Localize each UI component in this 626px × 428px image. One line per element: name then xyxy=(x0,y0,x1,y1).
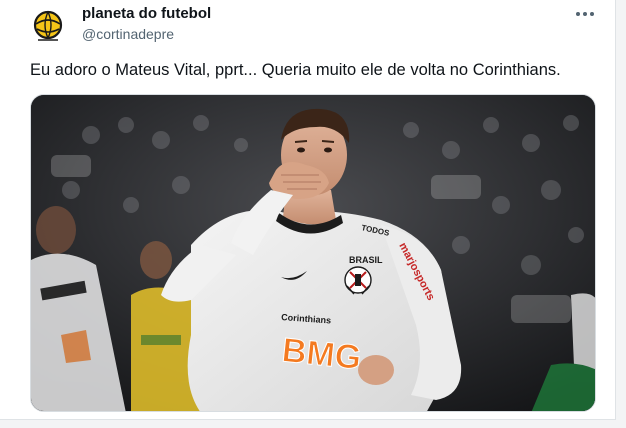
jersey-brasil-text: BRASIL xyxy=(349,255,383,265)
avatar-logo-icon xyxy=(28,6,68,46)
more-options-button[interactable] xyxy=(570,2,600,26)
author-handle[interactable]: @cortinadepre xyxy=(82,26,174,42)
club-crest-icon xyxy=(344,266,372,295)
tweet-card: planeta do futebol @cortinadepre Eu ador… xyxy=(0,0,616,420)
author-name[interactable]: planeta do futebol xyxy=(82,5,211,22)
tweet-text: Eu adoro o Mateus Vital, pprt... Queria … xyxy=(30,61,561,79)
tweet-photo[interactable]: BRASIL TODOS marjosports Corinthians BMG xyxy=(30,94,596,412)
more-horizontal-icon xyxy=(576,12,594,16)
author-avatar[interactable] xyxy=(28,6,68,46)
photo-player-blowing-kiss: BRASIL TODOS marjosports Corinthians BMG xyxy=(31,95,595,411)
